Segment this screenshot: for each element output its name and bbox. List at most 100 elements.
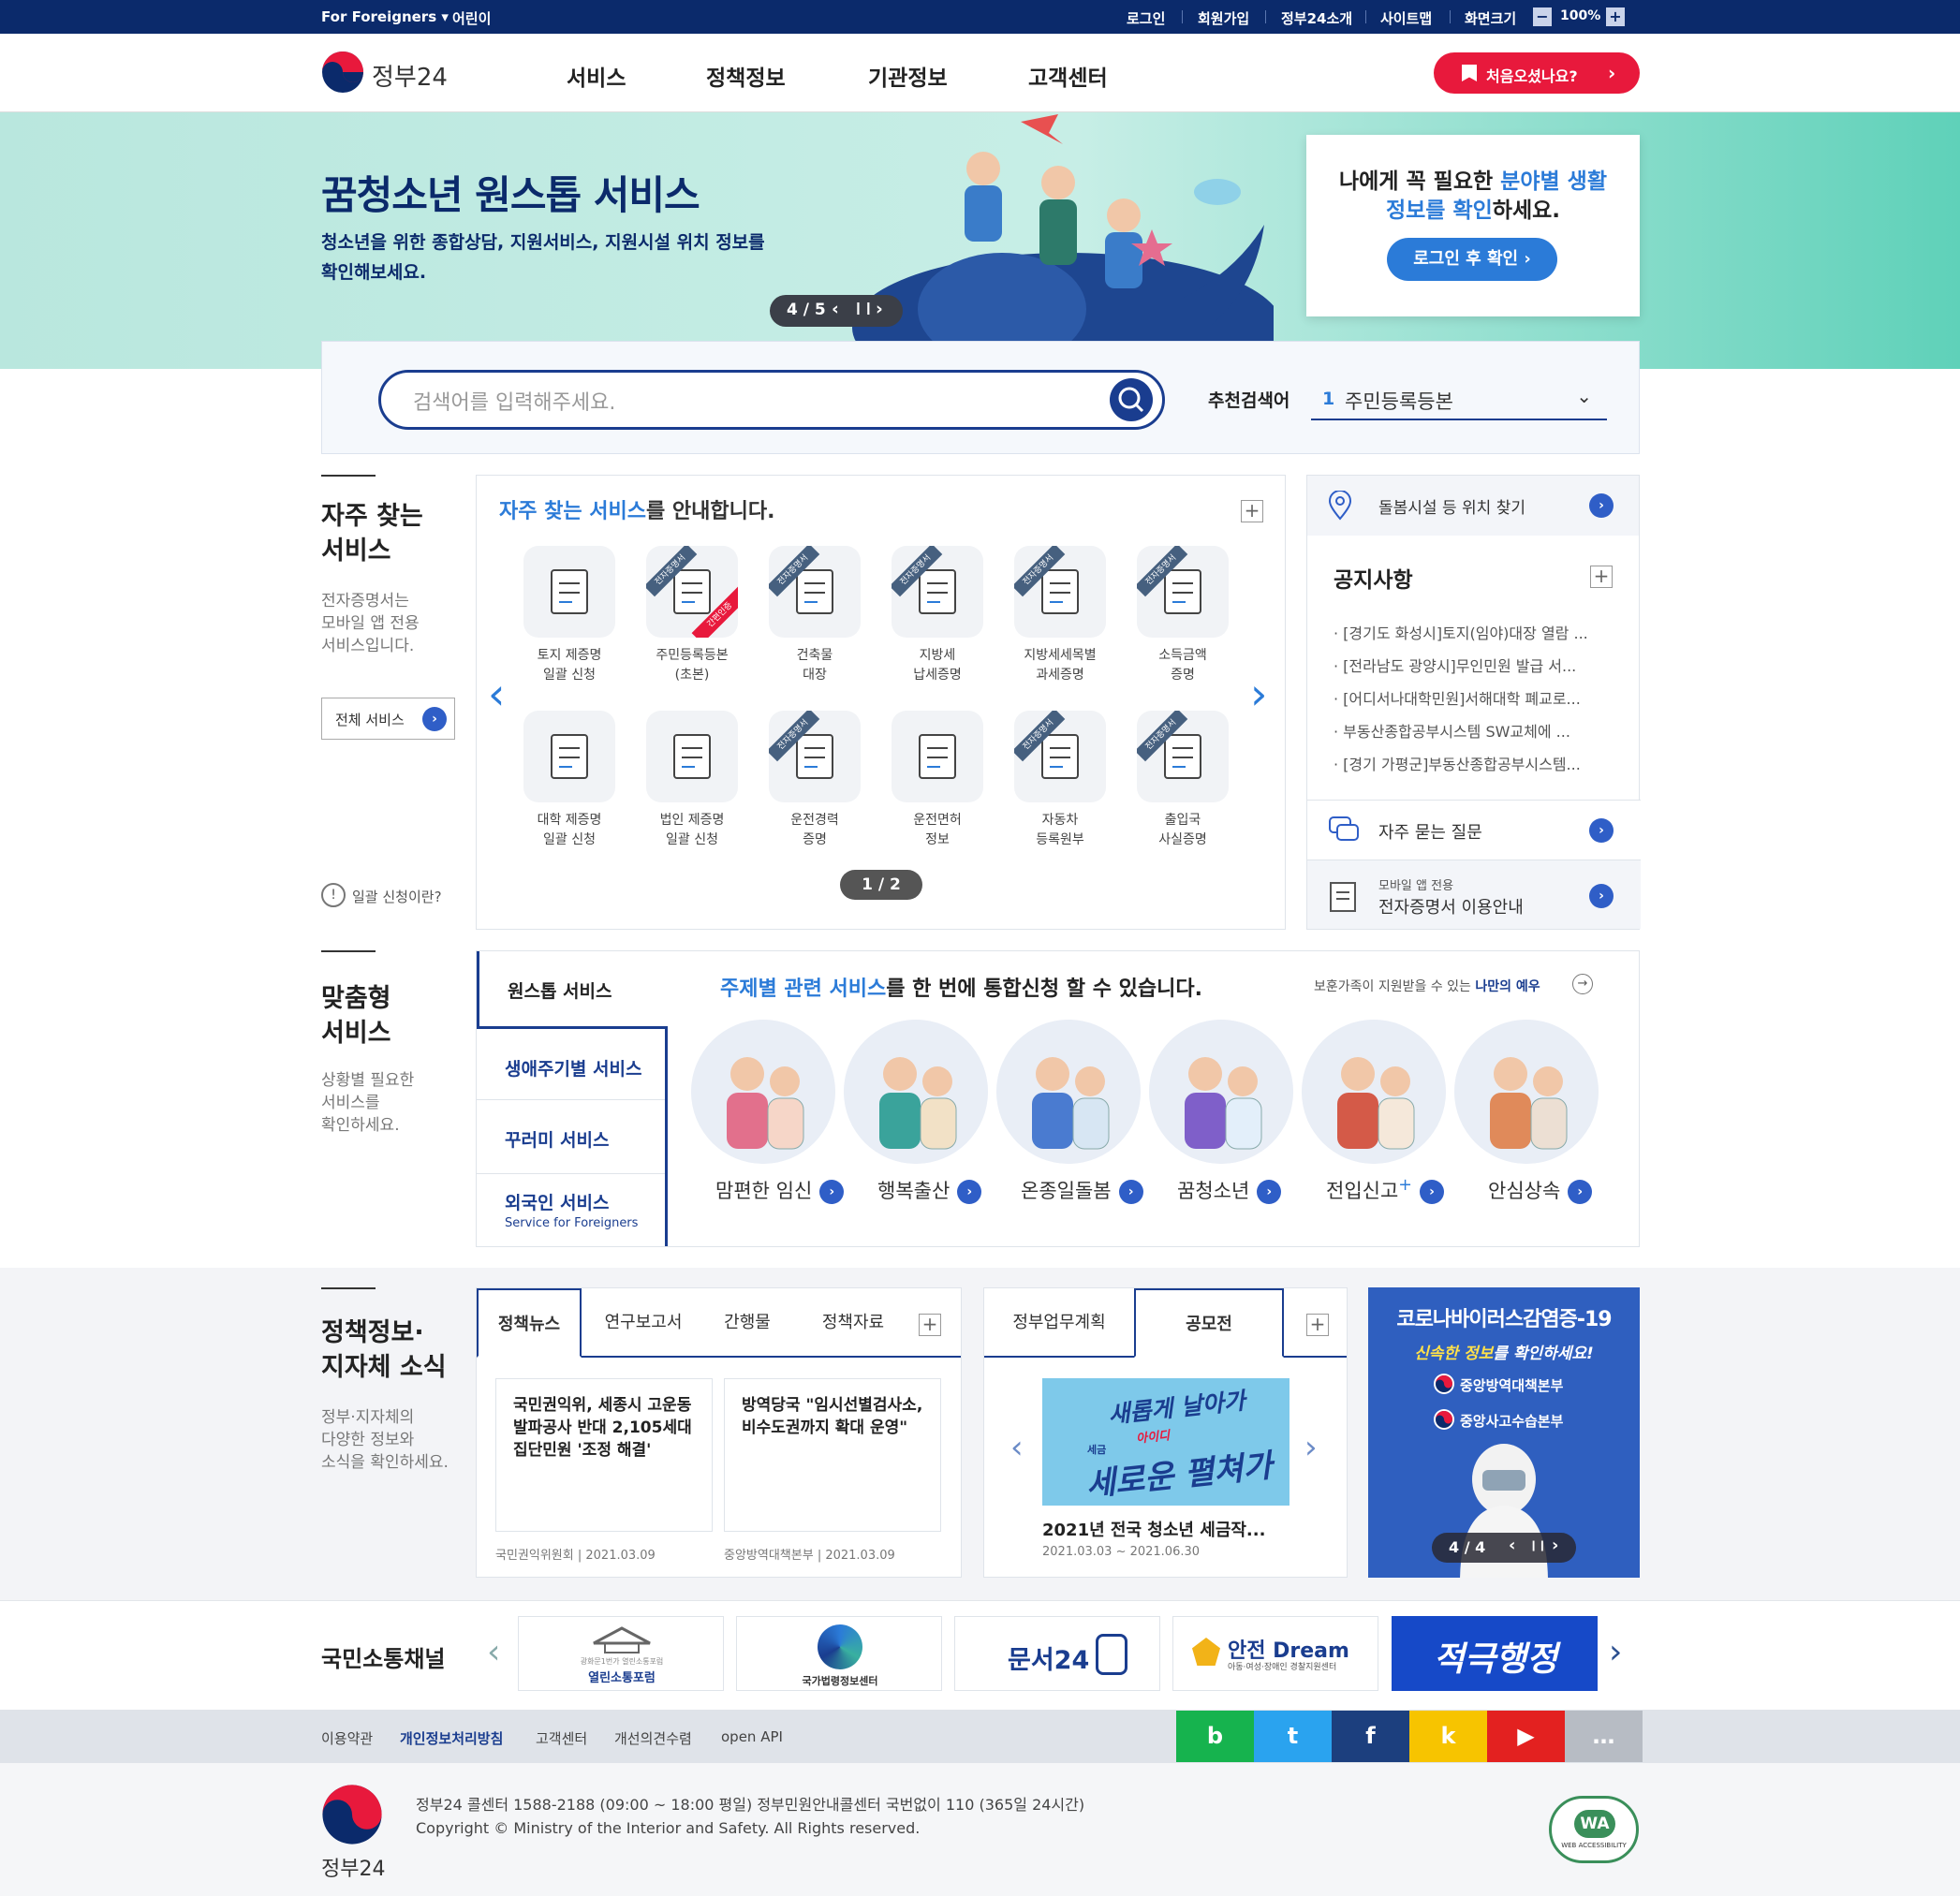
next-arrow-icon[interactable]: › xyxy=(1250,669,1267,719)
gov-logo-icon[interactable] xyxy=(321,51,364,94)
footer-terms[interactable]: 이용약관 xyxy=(321,1728,373,1748)
notice-item[interactable]: · [어디서나대학민원]서해대학 폐교로... xyxy=(1334,686,1614,709)
more-plus-button[interactable]: + xyxy=(1241,500,1263,522)
service-item-building[interactable]: 전자증명서 건축물 대장 xyxy=(763,546,866,685)
covid-banner[interactable]: 코로나바이러스감염증-19 신속한 정보를 확인하세요! 중앙방역대책본부 중앙… xyxy=(1368,1287,1640,1578)
next-icon[interactable]: › xyxy=(876,299,883,319)
bulk-apply-link[interactable]: 일괄 신청이란? xyxy=(352,887,442,906)
about-link[interactable]: 정부24소개 xyxy=(1281,8,1352,28)
join-link[interactable]: 회원가입 xyxy=(1198,8,1249,28)
tab-onestop[interactable]: 원스톱 서비스 xyxy=(477,951,668,1026)
channel-law-center[interactable]: 국가법령정보센터 xyxy=(736,1616,942,1691)
twitter-icon[interactable]: t xyxy=(1254,1711,1332,1762)
theme-link-youth[interactable]: 꿈청소년 › xyxy=(1177,1176,1282,1206)
nav-support[interactable]: 고객센터 xyxy=(1028,60,1108,92)
service-item-immigration[interactable]: 전자증명서 출입국 사실증명 xyxy=(1131,711,1234,850)
channel-open-forum[interactable]: 광화문1번가 열린소통포럼 열린소통포럼 xyxy=(518,1616,724,1691)
login-check-button[interactable]: 로그인 후 확인 › xyxy=(1387,238,1557,281)
news-card-1[interactable]: 국민권익위, 세종시 고운동 발파공사 반대 2,105세대 집단민원 '조정 … xyxy=(495,1378,713,1532)
channel-active-admin[interactable]: 적극행정 xyxy=(1392,1616,1598,1691)
service-item-vehicle[interactable]: 전자증명서 자동차 등록원부 xyxy=(1009,711,1112,850)
tab-package[interactable]: 꾸러미 서비스 xyxy=(477,1100,665,1174)
kids-link[interactable]: 어린이 xyxy=(452,8,491,28)
service-item-license[interactable]: 운전면허 정보 xyxy=(886,711,989,850)
tab-contest[interactable]: 공모전 xyxy=(1134,1288,1284,1358)
theme-link-move-in[interactable]: 전입신고+ › xyxy=(1326,1176,1444,1206)
prev-arrow-icon[interactable]: ‹ xyxy=(487,1633,500,1671)
tab-work-plan[interactable]: 정부업무계획 xyxy=(984,1288,1134,1358)
notice-more-button[interactable]: + xyxy=(1590,566,1613,588)
news-card-2[interactable]: 방역당국 "임시선별검사소, 비수도권까지 확대 운영" xyxy=(724,1378,941,1532)
theme-link-birth[interactable]: 행복출산 › xyxy=(877,1176,982,1206)
service-item-university[interactable]: 대학 제증명 일괄 신청 xyxy=(518,711,621,850)
search-field[interactable]: 검색어를 입력해주세요. xyxy=(378,370,1165,430)
footer-privacy[interactable]: 개인정보처리방침 xyxy=(400,1728,503,1748)
facebook-icon[interactable]: f xyxy=(1332,1711,1409,1762)
footer-openapi[interactable]: open API xyxy=(721,1728,783,1745)
faq-link[interactable]: 자주 묻는 질문 › xyxy=(1307,800,1641,860)
footer-support[interactable]: 고객센터 xyxy=(536,1728,587,1748)
first-visit-button[interactable]: 처음오셨나요? › xyxy=(1434,52,1640,94)
tab-lifecycle[interactable]: 생애주기별 서비스 xyxy=(477,1026,665,1100)
theme-image-childcare[interactable] xyxy=(996,1020,1141,1164)
all-services-button[interactable]: 전체 서비스 › xyxy=(321,698,455,740)
nav-service[interactable]: 서비스 xyxy=(567,60,626,92)
channel-safe-dream[interactable]: 안전 Dream 아동·여성·장애인 경찰지원센터 xyxy=(1172,1616,1378,1691)
prev-arrow-icon[interactable]: ‹ xyxy=(1010,1429,1024,1466)
prev-arrow-icon[interactable]: ‹ xyxy=(488,669,505,719)
service-item-corporate[interactable]: 법인 제증명 일괄 신청 xyxy=(641,711,744,850)
zoom-in-button[interactable]: + xyxy=(1606,7,1625,26)
notice-item[interactable]: · 부동산종합공부시스템 SW교체에 ... xyxy=(1334,719,1614,742)
notice-item[interactable]: · [경기 가평군]부동산종합공부시스템... xyxy=(1334,752,1614,774)
contest-more-button[interactable]: + xyxy=(1306,1314,1329,1336)
covid-link-2[interactable]: 중앙사고수습본부 xyxy=(1460,1411,1563,1431)
arrow-circle-icon[interactable]: → xyxy=(1572,974,1593,994)
nav-agency[interactable]: 기관정보 xyxy=(868,60,948,92)
theme-image-birth[interactable] xyxy=(844,1020,988,1164)
theme-image-youth[interactable] xyxy=(1149,1020,1293,1164)
next-arrow-icon[interactable]: › xyxy=(1609,1633,1622,1671)
nav-policy[interactable]: 정책정보 xyxy=(706,60,786,92)
theme-link-pregnancy[interactable]: 맘편한 임신 › xyxy=(715,1176,845,1206)
youtube-icon[interactable]: ▶ xyxy=(1487,1711,1565,1762)
sitemap-link[interactable]: 사이트맵 xyxy=(1380,8,1432,28)
service-item-income[interactable]: 전자증명서 소득금액 증명 xyxy=(1131,546,1234,685)
veterans-link[interactable]: 보훈가족이 지원받을 수 있는 나만의 예우 xyxy=(1314,977,1540,995)
tab-foreigner[interactable]: 외국인 서비스 Service for Foreigners xyxy=(477,1174,665,1248)
covid-link-1[interactable]: 중앙방역대책본부 xyxy=(1460,1375,1563,1395)
notice-item[interactable]: · [경기도 화성시]토지(임야)대장 열람 ... xyxy=(1334,621,1614,643)
for-foreigners-link[interactable]: For Foreigners ▾ xyxy=(321,8,449,25)
channel-munseo24[interactable]: 문서24 xyxy=(954,1616,1160,1691)
search-placeholder[interactable]: 검색어를 입력해주세요. xyxy=(413,386,615,416)
footer-feedback[interactable]: 개선의견수렴 xyxy=(614,1728,692,1748)
contest-poster[interactable]: 새롭게 날아가 아이디 세금 세로운 펼쳐가 xyxy=(1042,1378,1289,1506)
site-logo-text[interactable]: 정부24 xyxy=(372,58,448,93)
prev-icon[interactable]: ‹ xyxy=(1509,1536,1515,1555)
theme-link-inheritance[interactable]: 안심상속 › xyxy=(1488,1176,1593,1206)
service-item-local-tax[interactable]: 전자증명서 지방세 납세증명 xyxy=(886,546,989,685)
search-icon[interactable] xyxy=(1110,378,1153,421)
next-arrow-icon[interactable]: › xyxy=(1304,1429,1318,1466)
tab-policy-news[interactable]: 정책뉴스 xyxy=(477,1288,582,1358)
pause-icon[interactable]: ❙❙ xyxy=(853,301,874,316)
pause-icon[interactable]: ❙❙ xyxy=(1529,1539,1546,1551)
recommend-select[interactable]: 1 주민등록등본 ⌄ xyxy=(1311,379,1607,420)
kakao-talk-icon[interactable]: … xyxy=(1565,1711,1643,1762)
theme-image-inheritance[interactable] xyxy=(1454,1020,1599,1164)
care-finder-link[interactable]: 돌봄시설 등 위치 찾기 › xyxy=(1307,476,1639,536)
next-icon[interactable]: › xyxy=(1552,1536,1558,1555)
notice-item[interactable]: · [전라남도 광양시]무인민원 발급 서... xyxy=(1334,654,1614,676)
theme-link-childcare[interactable]: 온종일돌봄 › xyxy=(1021,1176,1143,1206)
contest-title[interactable]: 2021년 전국 청소년 세금작... xyxy=(1042,1517,1265,1541)
tab-research[interactable]: 연구보고서 xyxy=(589,1288,698,1358)
zoom-out-button[interactable]: − xyxy=(1533,7,1552,26)
prev-icon[interactable]: ‹ xyxy=(832,299,839,319)
tab-publication[interactable]: 간행물 xyxy=(705,1288,789,1358)
news-more-button[interactable]: + xyxy=(919,1314,941,1336)
theme-image-pregnancy[interactable] xyxy=(691,1020,835,1164)
service-item-land-cert[interactable]: 토지 제증명 일괄 신청 xyxy=(518,546,621,685)
service-item-driving-career[interactable]: 전자증명서 운전경력 증명 xyxy=(763,711,866,850)
blog-icon[interactable]: b xyxy=(1176,1711,1254,1762)
login-link[interactable]: 로그인 xyxy=(1127,8,1165,28)
service-item-tax-item[interactable]: 전자증명서 지방세세목별 과세증명 xyxy=(1009,546,1112,685)
